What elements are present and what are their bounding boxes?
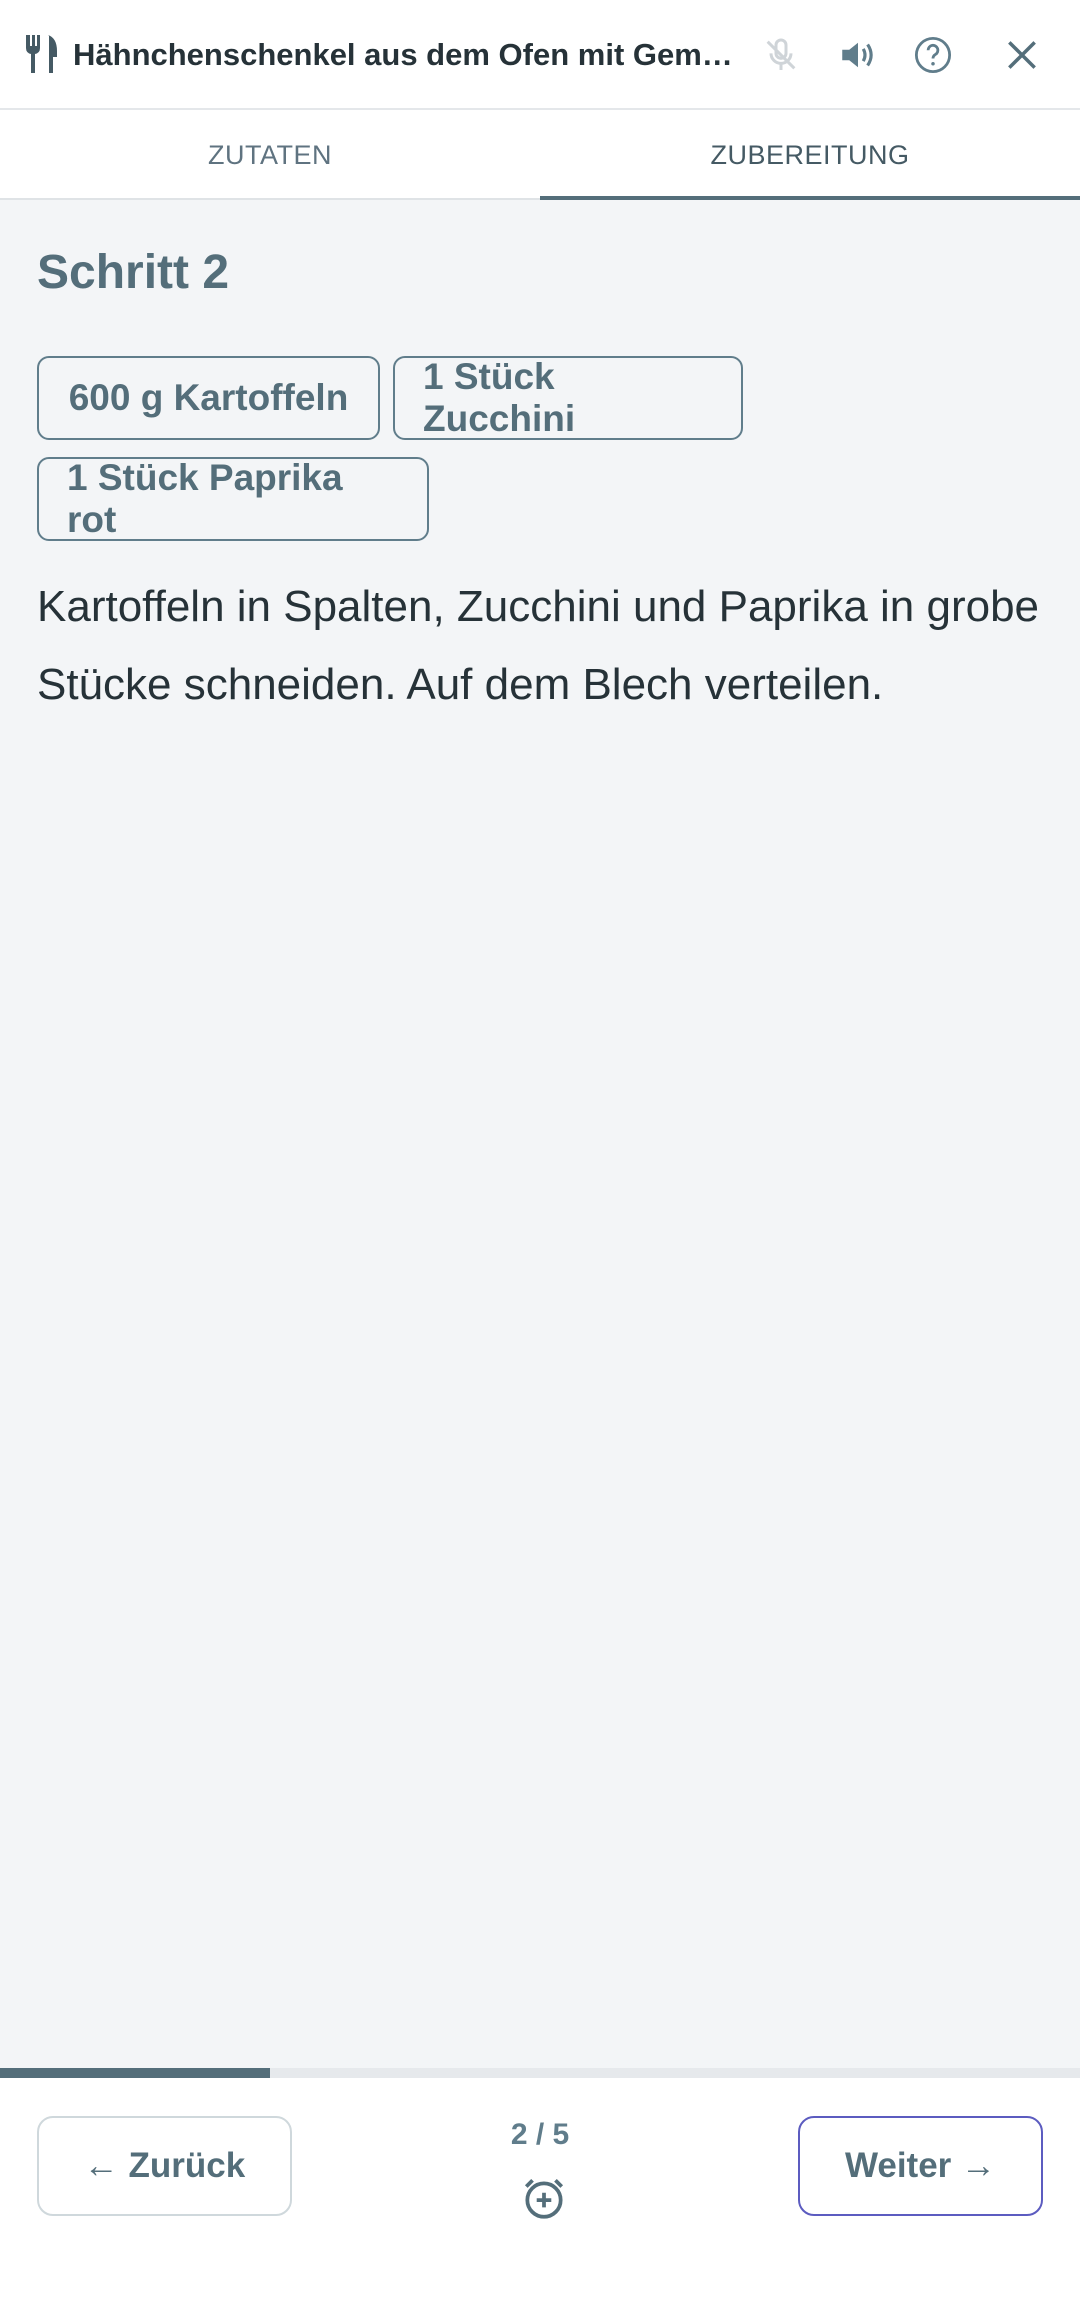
- ingredient-chip[interactable]: 1 Stück Zucchini: [393, 356, 743, 440]
- ingredient-chip[interactable]: 600 g Kartoffeln: [37, 356, 380, 440]
- back-button[interactable]: ← Zurück: [37, 2116, 292, 2216]
- close-icon: [1008, 41, 1036, 69]
- close-button[interactable]: [997, 30, 1047, 80]
- mic-off-button[interactable]: [756, 30, 806, 80]
- help-button[interactable]: [908, 30, 958, 80]
- add-alarm-icon[interactable]: [519, 2173, 569, 2223]
- step-counter: 2 / 5: [510, 2118, 570, 2151]
- step-title: Schritt 2: [37, 246, 230, 299]
- active-tab-indicator: [540, 196, 1080, 200]
- progress-bar: [0, 2068, 1080, 2078]
- app-header: Hähnchenschenkel aus dem Ofen mit Gemüse: [0, 0, 1080, 110]
- mic-off-icon: [766, 38, 796, 70]
- volume-button[interactable]: [833, 30, 883, 80]
- help-icon: [914, 36, 952, 74]
- bottom-navigation: ← Zurück 2 / 5 Weiter →: [0, 2078, 1080, 2300]
- next-button[interactable]: Weiter →: [798, 2116, 1043, 2216]
- tab-bar: ZUTATEN ZUBEREITUNG: [0, 110, 1080, 200]
- ingredient-chip[interactable]: 1 Stück Paprika rot: [37, 457, 429, 541]
- step-instruction: Kartoffeln in Spalten, Zucchini und Papr…: [37, 582, 1040, 709]
- cutlery-icon: [26, 35, 57, 73]
- recipe-title: Hähnchenschenkel aus dem Ofen mit Gemüse: [73, 37, 733, 72]
- volume-icon: [842, 42, 873, 68]
- progress-fill: [0, 2068, 270, 2078]
- tab-ingredients[interactable]: ZUTATEN: [0, 110, 540, 198]
- tab-preparation[interactable]: ZUBEREITUNG: [540, 110, 1080, 198]
